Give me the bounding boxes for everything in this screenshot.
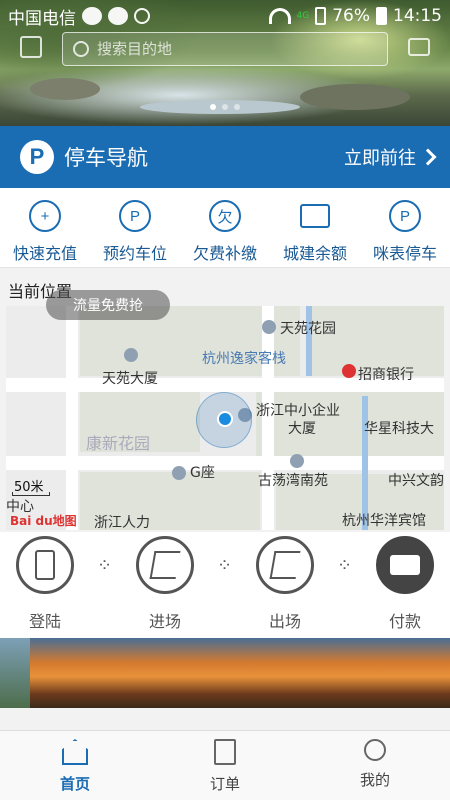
quick-label: 欠费补缴 [192,244,257,263]
balance-card-icon [300,204,330,228]
baidu-map-logo: Bai du地图 [10,514,77,528]
home-icon [62,739,88,765]
free-data-button[interactable]: 流量免费抢 [46,290,170,320]
car-exit-icon [256,536,314,594]
quick-reserve[interactable]: P 预约车位 [90,188,180,267]
location-dot-icon [217,411,233,427]
profile-icon [364,739,386,761]
sim-icon [315,7,327,25]
clock: 14:15 [393,6,442,26]
parking-navigation-bar[interactable]: P 停车导航 立即前往 [0,126,450,188]
map-label: 招商银行 [358,367,414,383]
map-label: 华星科技大 [364,421,434,437]
wifi-icon [268,8,291,24]
map-label: 杭州华洋宾馆 [342,513,426,529]
carousel-dot[interactable] [210,104,216,110]
message-icon[interactable] [408,38,430,56]
current-location-marker [196,392,252,448]
map-label: 康新花园 [86,434,151,453]
map-view[interactable]: 天苑花园 天苑大厦 杭州逸家客栈 招商银行 浙江中小企业 大厦 华星科技大 康新… [6,306,444,530]
payment-card-icon [376,536,434,594]
bottom-tab-bar: 首页 订单 我的 [0,730,450,800]
notification-icon [134,8,150,24]
tab-home[interactable]: 首页 [0,731,150,800]
quick-balance[interactable]: 城建余额 [270,188,360,267]
carousel-dot[interactable] [222,104,228,110]
search-icon [73,41,89,57]
carousel-indicator [0,104,450,110]
chat-bubble-icon [108,7,128,25]
search-row [0,30,450,68]
tab-label: 首页 [59,775,90,793]
order-doc-icon [214,739,236,765]
map-label: 天苑大厦 [102,371,158,387]
quick-label: 快速充值 [12,244,77,263]
quick-label: 预约车位 [102,244,167,263]
tab-label: 我的 [359,771,390,789]
status-bar: 中国电信 4G 76% 14:15 [0,0,450,32]
map-label: 古荡湾南苑 [258,473,328,489]
step-pay[interactable]: 付款 [360,532,450,632]
step-label: 出场 [268,612,301,631]
phone-icon [16,536,74,594]
map-label: 中兴文韵 [388,473,444,489]
car-enter-icon [136,536,194,594]
search-box[interactable] [62,32,388,66]
scan-icon[interactable] [20,36,42,58]
meter-parking-icon: P [389,200,421,232]
carrier-label: 中国电信 [8,8,76,29]
quick-actions: + 快速充值 P 预约车位 欠 欠费补缴 城建余额 P 咪表停车 [0,188,450,268]
search-input[interactable] [97,40,357,58]
map-scale-bar [12,492,50,496]
map-label: 杭州逸家客栈 [202,351,286,367]
tab-label: 订单 [209,775,240,793]
step-exit[interactable]: 出场 [240,532,330,632]
parking-steps: 登陆 ⁘ 进场 ⁘ 出场 ⁘ 付款 [0,532,450,638]
battery-percent: 76% [332,6,370,26]
step-separator: ⁘ [96,554,114,576]
arrears-icon: 欠 [209,200,241,232]
go-now-button[interactable]: 立即前往 [344,144,437,170]
ad-banner-image[interactable] [0,638,450,708]
tab-profile[interactable]: 我的 [300,731,450,800]
quick-recharge[interactable]: + 快速充值 [0,188,90,267]
battery-icon [376,7,387,25]
tab-orders[interactable]: 订单 [150,731,300,800]
quick-label: 咪表停车 [372,244,437,263]
signal-icon: 4G [296,10,310,21]
quick-arrears[interactable]: 欠 欠费补缴 [180,188,270,267]
step-separator: ⁘ [336,554,354,576]
wechat-icon [82,7,102,25]
navigation-title: 停车导航 [64,146,148,170]
map-label: 大厦 [288,421,316,437]
carousel-dot[interactable] [234,104,240,110]
step-label: 登陆 [28,612,61,631]
quick-label: 城建余额 [282,244,347,263]
step-enter[interactable]: 进场 [120,532,210,632]
go-now-label: 立即前往 [344,148,416,169]
recharge-icon: + [29,200,61,232]
step-label: 付款 [388,612,421,631]
step-login[interactable]: 登陆 [0,532,90,632]
map-label: 天苑花园 [280,321,336,337]
map-label: G座 [190,465,215,481]
chevron-right-icon [419,148,437,166]
map-label: 浙江中小企业 [256,403,340,419]
map-label: 浙江人力 [94,515,150,530]
step-label: 进场 [148,612,181,631]
quick-meter-parking[interactable]: P 咪表停车 [360,188,450,267]
step-separator: ⁘ [216,554,234,576]
parking-icon: P [20,140,54,174]
reserve-icon: P [119,200,151,232]
divider [0,708,450,730]
app-screen: 中国电信 4G 76% 14:15 搜索目的地 P 停车导航 立即前往 + 快速… [0,0,450,800]
top-banner-image[interactable]: 中国电信 4G 76% 14:15 [0,0,450,126]
